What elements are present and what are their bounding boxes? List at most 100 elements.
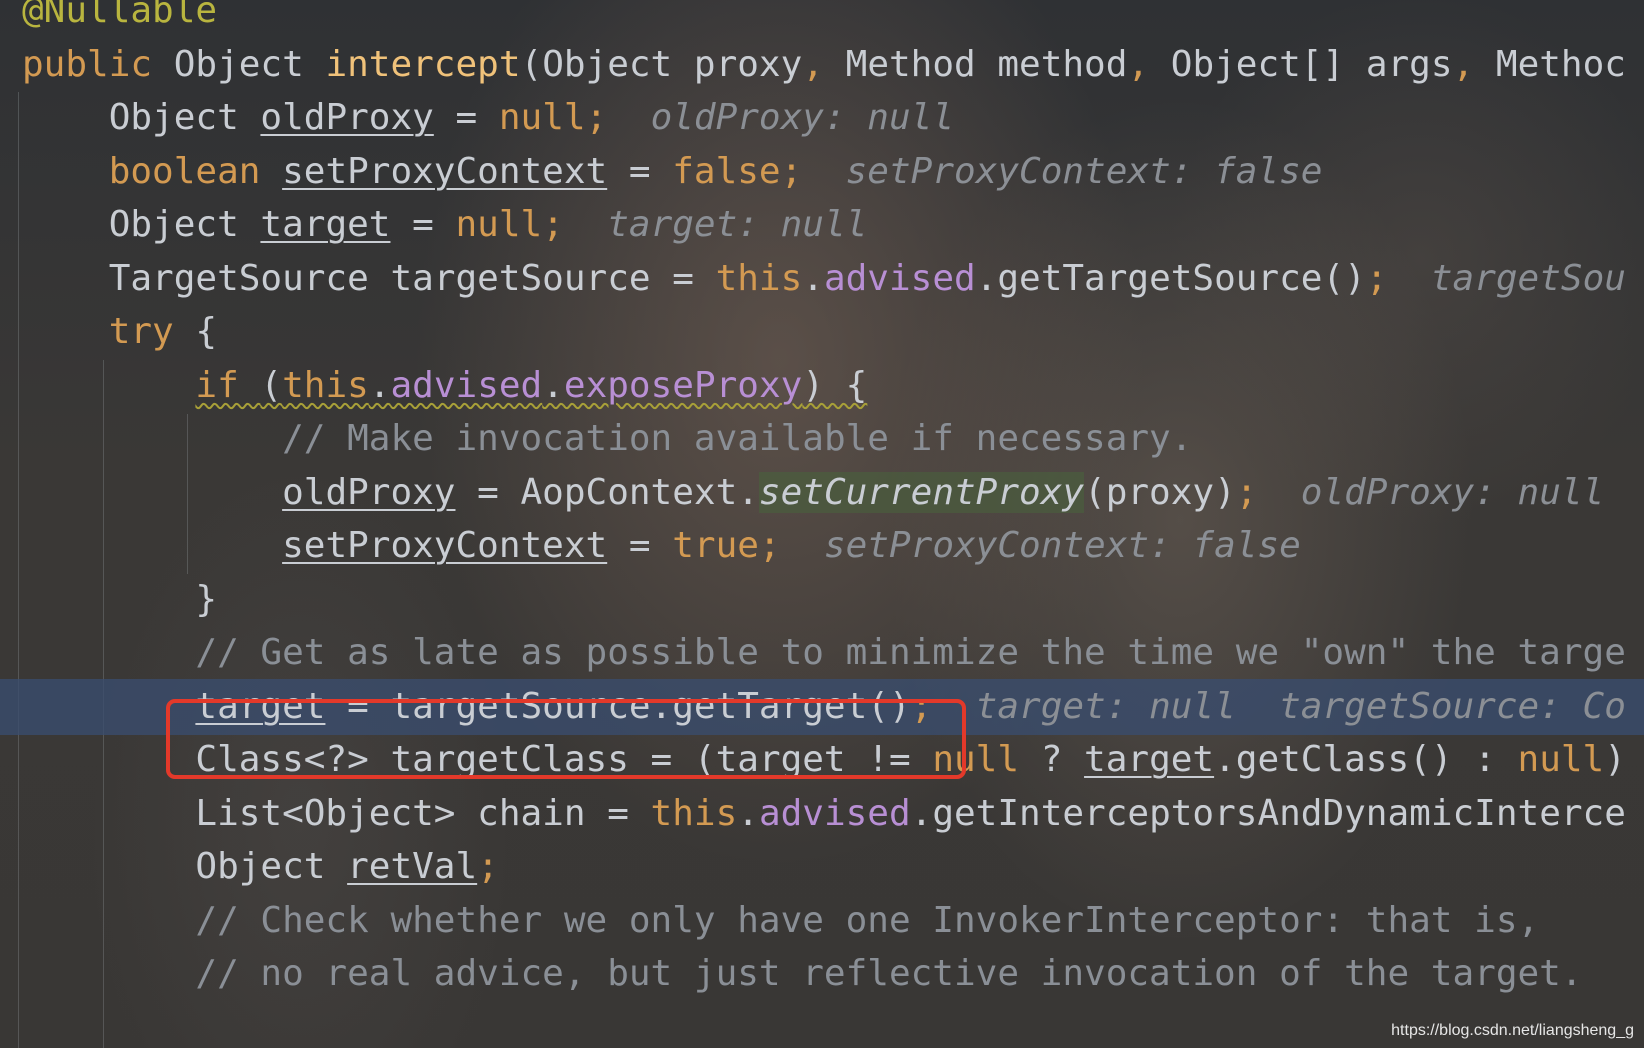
code-line[interactable]: try {: [0, 304, 1644, 360]
code-token: .: [802, 257, 824, 299]
code-token: ;: [477, 846, 499, 887]
code-line[interactable]: // Get as late as possible to minimize t…: [0, 625, 1644, 681]
code-token: try: [108, 311, 196, 352]
code-token: target: [1084, 739, 1215, 780]
code-token: ?: [1040, 739, 1085, 780]
watermark: https://blog.csdn.net/liangsheng_g: [1391, 1022, 1634, 1039]
code-token: (: [260, 364, 283, 406]
code-line[interactable]: setProxyContext = true; setProxyContext:…: [0, 518, 1644, 574]
code-token: this: [715, 257, 803, 299]
code-line[interactable]: @Nullable: [0, 0, 1644, 39]
inline-debug-hint: oldProxy: null: [607, 97, 954, 138]
code-token: }: [22, 578, 218, 620]
code-line[interactable]: boolean setProxyContext = false; setProx…: [0, 144, 1644, 200]
inline-debug-hint: target: null: [563, 204, 868, 245]
code-token: ) {: [802, 364, 868, 406]
code-token: null;: [455, 204, 564, 245]
code-token: ,: [1127, 43, 1171, 85]
code-line[interactable]: Object target = null; target: null: [0, 197, 1644, 253]
code-token: (proxy): [1084, 471, 1236, 513]
code-token: retVal: [347, 846, 478, 887]
code-token: .: [368, 364, 391, 406]
code-token: .getTargetSource(): [975, 257, 1366, 299]
code-line[interactable]: TargetSource targetSource = this.advised…: [0, 251, 1644, 307]
code-line[interactable]: }: [0, 572, 1644, 628]
code-token: {: [195, 311, 218, 352]
code-token: setProxyContext: [282, 525, 608, 566]
code-token: Object: [173, 43, 326, 85]
code-token: .getInterceptorsAndDynamicInterce: [910, 792, 1626, 834]
code-token: setCurrentProxy: [758, 471, 1085, 513]
code-token: ): [1604, 739, 1626, 780]
inline-debug-hint: targetSou: [1387, 257, 1626, 299]
code-token: intercept: [325, 43, 521, 85]
code-line[interactable]: // Make invocation available if necessar…: [0, 411, 1644, 467]
code-token: (Object proxy: [520, 43, 803, 85]
code-line[interactable]: // no real advice, but just reflective i…: [0, 946, 1644, 1002]
code-token: .: [737, 792, 759, 834]
inline-debug-hint: target: null targetSource: Co: [932, 685, 1626, 727]
code-token: setProxyContext: [282, 150, 608, 192]
code-line[interactable]: public Object intercept(Object proxy, Me…: [0, 37, 1644, 93]
code-line[interactable]: if (this.advised.exposeProxy) {: [0, 358, 1644, 414]
code-token: .: [542, 364, 564, 406]
code-line[interactable]: Object retVal;: [0, 839, 1644, 895]
inline-debug-hint: oldProxy: null: [1257, 471, 1605, 513]
code-token: null;: [498, 97, 608, 138]
code-token: Methoc: [1495, 43, 1626, 85]
code-comment: // Check whether we only have one Invoke…: [195, 899, 1540, 941]
code-line[interactable]: // Check whether we only have one Invoke…: [0, 893, 1644, 949]
code-token: boolean: [108, 150, 283, 192]
code-token: advised: [823, 257, 976, 299]
code-token: TargetSource targetSource =: [22, 257, 716, 299]
code-comment: // Get as late as possible to minimize t…: [195, 632, 1626, 673]
code-token: ,: [1452, 43, 1496, 85]
code-token: =: [433, 97, 499, 138]
code-line[interactable]: Object oldProxy = null; oldProxy: null: [0, 90, 1644, 146]
code-token: =: [607, 150, 673, 192]
code-token: Object: [22, 97, 261, 138]
code-token: oldProxy: [282, 471, 456, 513]
code-token: ,: [802, 43, 846, 85]
code-token: Object: [22, 846, 348, 887]
code-token: exposeProxy: [563, 364, 803, 406]
code-token: Method method: [845, 43, 1128, 85]
code-token: ;: [1235, 471, 1258, 513]
code-token: List<Object> chain =: [22, 792, 651, 834]
code-token: if: [195, 364, 261, 406]
code-comment: // Make invocation available if necessar…: [282, 418, 1193, 459]
code-token: target: [260, 204, 391, 245]
code-comment: // no real advice, but just reflective i…: [195, 953, 1583, 994]
code-token: =: [607, 525, 673, 566]
code-token: Object[] args: [1170, 43, 1453, 85]
code-token: false;: [672, 150, 803, 192]
code-token: = AopContext.: [455, 471, 759, 513]
code-token: =: [390, 204, 456, 245]
code-token: Object: [22, 204, 261, 245]
code-editor[interactable]: @Nullable public Object intercept(Object …: [0, 0, 1644, 1048]
code-line[interactable]: List<Object> chain = this.advised.getInt…: [0, 786, 1644, 842]
code-token: this: [650, 792, 738, 834]
code-token: @Nullable: [22, 0, 218, 31]
code-token: .getClass() :: [1214, 739, 1518, 780]
code-token: true;: [672, 525, 781, 566]
code-token: advised: [390, 364, 543, 406]
code-token: public: [22, 43, 174, 85]
code-token: null: [1517, 739, 1605, 780]
code-token: advised: [758, 792, 911, 834]
highlight-box: [166, 699, 966, 779]
inline-debug-hint: setProxyContext: false: [802, 150, 1323, 192]
code-token: oldProxy: [260, 97, 434, 138]
code-line[interactable]: oldProxy = AopContext.setCurrentProxy(pr…: [0, 465, 1644, 521]
code-token: this: [282, 364, 369, 406]
code-token: ;: [1365, 257, 1388, 299]
